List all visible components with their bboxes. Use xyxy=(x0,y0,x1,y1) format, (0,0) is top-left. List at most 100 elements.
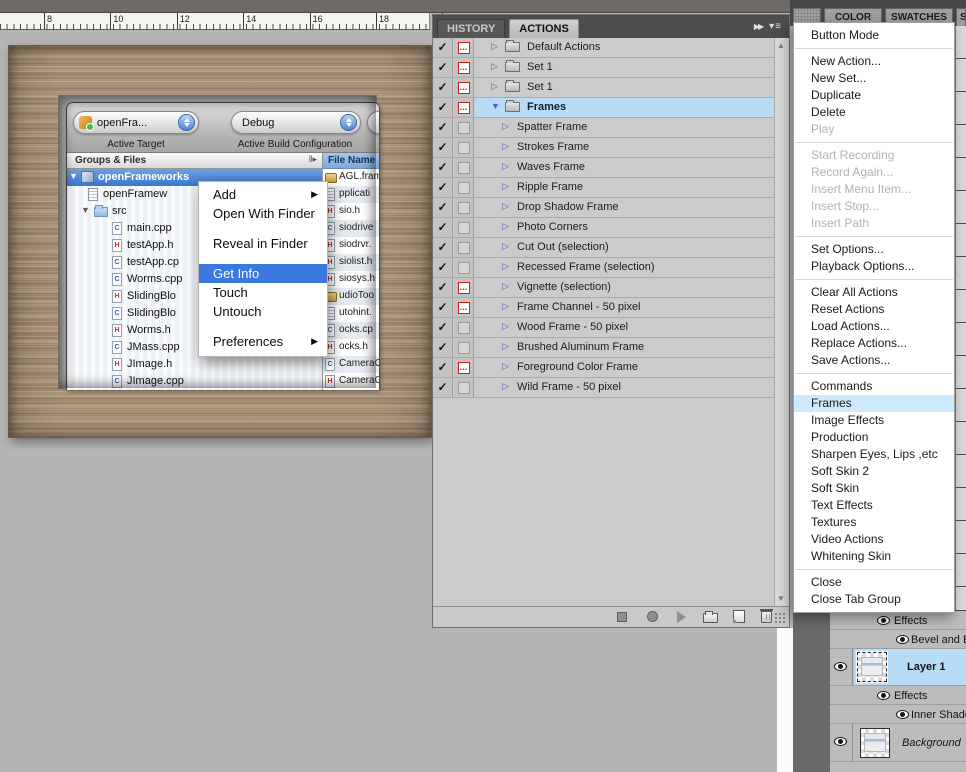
layer-effects-row[interactable]: Effects xyxy=(830,611,966,630)
toggle-item-checkbox[interactable]: ✓ xyxy=(433,318,453,337)
scrollbar[interactable]: ▲ ▼ xyxy=(774,38,789,606)
tree-item[interactable]: HJImage.h xyxy=(67,356,322,373)
context-menu-item[interactable]: Untouch xyxy=(199,302,327,321)
layer-row-layer-1[interactable]: Layer 1 xyxy=(830,649,966,686)
dialog-toggle-cell[interactable] xyxy=(454,298,474,317)
dialog-toggle-cell[interactable] xyxy=(454,238,474,257)
action-row[interactable]: ✓▷Ripple Frame xyxy=(433,178,774,198)
toggle-item-checkbox[interactable]: ✓ xyxy=(433,298,453,317)
panel-menu-item[interactable]: Video Actions xyxy=(794,531,954,548)
disclosure-triangle-icon[interactable]: ▷ xyxy=(502,161,509,172)
disclosure-triangle-icon[interactable]: ▼ xyxy=(81,205,90,215)
file-list-row[interactable]: Csiodrive xyxy=(323,220,380,237)
disclosure-triangle-icon[interactable]: ▷ xyxy=(502,261,509,272)
toggle-item-checkbox[interactable]: ✓ xyxy=(433,378,453,397)
panel-menu-item[interactable]: Commands xyxy=(794,378,954,395)
collapse-panel-icon[interactable] xyxy=(754,22,762,31)
context-menu-item[interactable]: Touch xyxy=(199,283,327,302)
visibility-eye-icon[interactable] xyxy=(896,635,909,644)
panel-menu-item[interactable]: Button Mode xyxy=(794,27,954,44)
panel-menu-item[interactable]: Production xyxy=(794,429,954,446)
dialog-toggle-cell[interactable] xyxy=(454,118,474,137)
action-row[interactable]: ✓▷Cut Out (selection) xyxy=(433,238,774,258)
context-menu-item[interactable]: Reveal in Finder xyxy=(199,234,327,253)
dialog-toggle-cell[interactable] xyxy=(454,178,474,197)
record-button-icon[interactable] xyxy=(647,611,658,622)
action-row-content[interactable]: ▷Vignette (selection) xyxy=(475,278,774,297)
toggle-item-checkbox[interactable]: ✓ xyxy=(433,338,453,357)
panel-menu-item[interactable]: Close Tab Group xyxy=(794,591,954,608)
canvas-document[interactable]: openFra... Debug Active Target Active Bu… xyxy=(8,45,432,438)
context-menu-item[interactable]: Preferences▶ xyxy=(199,332,327,351)
dialog-toggle-cell[interactable] xyxy=(454,218,474,237)
disclosure-triangle-icon[interactable]: ▷ xyxy=(502,381,509,392)
tab-actions[interactable]: ACTIONS xyxy=(509,19,579,38)
action-row-content[interactable]: ▷Wood Frame - 50 pixel xyxy=(475,318,774,337)
action-row[interactable]: ✓ ▷Frame Channel - 50 pixel xyxy=(433,298,774,318)
panel-menu-item[interactable]: Soft Skin xyxy=(794,480,954,497)
toggle-item-checkbox[interactable]: ✓ xyxy=(433,118,453,137)
layer-effects-row[interactable]: Effects xyxy=(830,686,966,705)
file-list-row[interactable]: Hsiosys.h xyxy=(323,271,380,288)
action-row-content[interactable]: ▷Strokes Frame xyxy=(475,138,774,157)
file-list-row[interactable]: Hocks.h xyxy=(323,339,380,356)
disclosure-triangle-icon[interactable]: ▷ xyxy=(491,81,498,92)
visibility-cell[interactable] xyxy=(830,724,853,761)
panel-menu-item[interactable]: Insert Menu Item... xyxy=(794,181,954,198)
panel-menu-item[interactable]: Close xyxy=(794,574,954,591)
action-row-content[interactable]: ▼Frames xyxy=(475,98,774,117)
resize-grip-icon[interactable] xyxy=(774,612,787,625)
visibility-eye-icon[interactable] xyxy=(896,710,909,719)
panel-menu-item[interactable]: Play xyxy=(794,121,954,138)
action-row[interactable]: ✓▷Set 1 xyxy=(433,78,774,98)
panel-menu-item[interactable]: Start Recording xyxy=(794,147,954,164)
visibility-eye-icon[interactable] xyxy=(877,616,890,625)
disclosure-triangle-icon[interactable]: ▷ xyxy=(502,121,509,132)
panel-menu-item[interactable]: New Set... xyxy=(794,70,954,87)
delete-button-icon[interactable] xyxy=(761,611,772,623)
disclosure-triangle-icon[interactable]: ▼ xyxy=(69,171,78,181)
disclosure-triangle-icon[interactable]: ▷ xyxy=(502,181,509,192)
action-row[interactable]: ✓▷Wild Frame - 50 pixel xyxy=(433,378,774,398)
disclosure-triangle-icon[interactable]: ▷ xyxy=(502,361,509,372)
toggle-item-checkbox[interactable]: ✓ xyxy=(433,138,453,157)
action-row[interactable]: ✓▷Set 1 xyxy=(433,58,774,78)
panel-menu-item[interactable]: Save Actions... xyxy=(794,352,954,369)
play-button-icon[interactable] xyxy=(677,611,686,623)
scroll-up-icon[interactable]: ▲ xyxy=(777,41,785,50)
action-row[interactable]: ✓▷Vignette (selection) xyxy=(433,278,774,298)
stepper-icon[interactable] xyxy=(340,114,357,131)
file-list-row[interactable]: Cocks.cp xyxy=(323,322,380,339)
panel-menu-item[interactable]: Delete xyxy=(794,104,954,121)
stop-button-icon[interactable] xyxy=(617,612,627,622)
panel-menu-item[interactable]: Clear All Actions xyxy=(794,284,954,301)
file-list-row[interactable]: Hsiolist.h xyxy=(323,254,380,271)
toggle-item-checkbox[interactable]: ✓ xyxy=(433,38,453,57)
dialog-toggle-cell[interactable] xyxy=(454,318,474,337)
toggle-item-checkbox[interactable]: ✓ xyxy=(433,158,453,177)
file-list-row[interactable]: Hsio.h xyxy=(323,203,380,220)
action-row-content[interactable]: ▷Set 1 xyxy=(475,58,774,77)
layer-row-background[interactable]: Background xyxy=(830,724,966,762)
action-row[interactable]: ✓▷Spatter Frame xyxy=(433,118,774,138)
disclosure-triangle-icon[interactable]: ▷ xyxy=(502,241,509,252)
action-row[interactable]: ✓ ▷Wood Frame - 50 pixel xyxy=(433,318,774,338)
active-target-dropdown[interactable]: openFra... xyxy=(73,111,199,134)
stepper-icon[interactable] xyxy=(178,114,195,131)
visibility-eye-icon[interactable] xyxy=(834,737,847,746)
file-list-row[interactable]: pplicati xyxy=(323,186,380,203)
panel-menu-icon[interactable] xyxy=(769,21,782,32)
toggle-item-checkbox[interactable]: ✓ xyxy=(433,218,453,237)
partial-dropdown[interactable] xyxy=(367,111,380,134)
context-menu-item[interactable]: Add▶ xyxy=(199,185,327,204)
action-row-content[interactable]: ▷Foreground Color Frame xyxy=(475,358,774,377)
dialog-toggle-cell[interactable] xyxy=(454,78,474,97)
dialog-toggle-cell[interactable] xyxy=(454,338,474,357)
disclosure-triangle-icon[interactable]: ▷ xyxy=(502,281,509,292)
dialog-toggle-cell[interactable] xyxy=(454,278,474,297)
action-row-content[interactable]: ▷Frame Channel - 50 pixel xyxy=(475,298,774,317)
action-row-content[interactable]: ▷Set 1 xyxy=(475,78,774,97)
disclosure-triangle-icon[interactable]: ▷ xyxy=(502,301,509,312)
panel-menu-item[interactable]: New Action... xyxy=(794,53,954,70)
dialog-toggle-cell[interactable] xyxy=(454,198,474,217)
